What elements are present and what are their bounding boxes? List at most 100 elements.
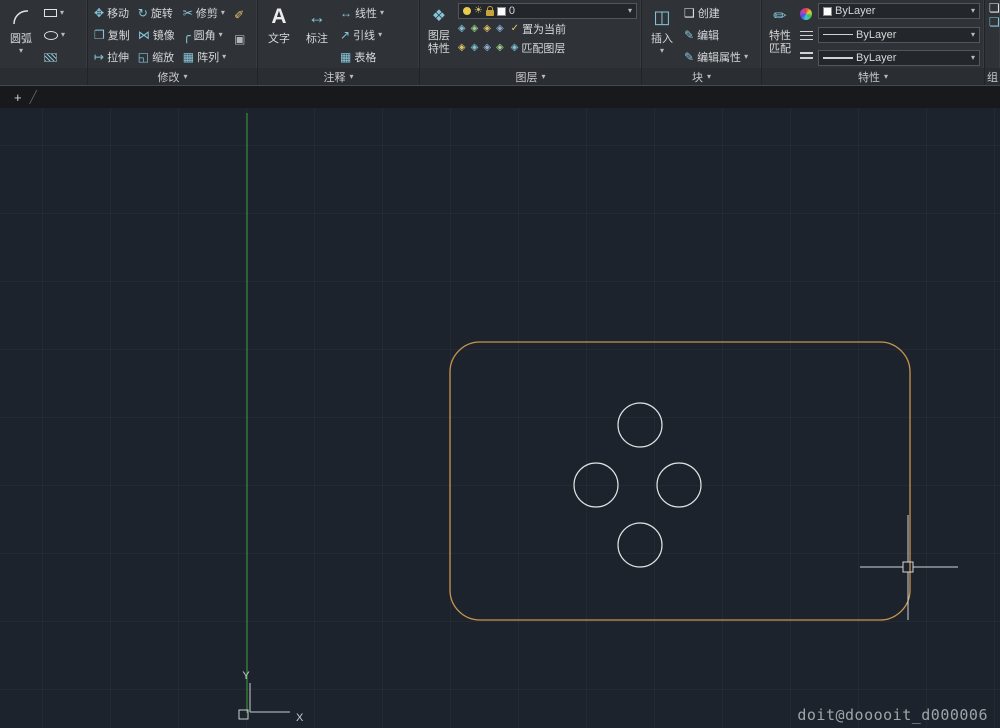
modify-panel-footer[interactable]: 修改 ▾ [88,68,257,85]
drawing-entities: Y X [238,113,958,724]
lineweight-value: ByLayer [856,52,897,64]
circle-entity-top[interactable] [617,402,663,448]
model-space-canvas[interactable]: Y X doit@dooooit_d000006 [0,108,1000,728]
erase-button[interactable]: ✐ [232,5,248,25]
layer-color-swatch [496,6,506,16]
text-button[interactable]: A 文字 [262,2,296,68]
panel-draw: 圆弧 ▾ ▾ ▾ [0,0,88,85]
table-button[interactable]: ▦ 表格 [338,47,386,67]
scale-button[interactable]: ◱ 缩放 [136,47,177,67]
layer-tool-icon[interactable]: ◈ [483,24,491,34]
mirror-button[interactable]: ⋈ 镜像 [136,25,177,45]
array-icon: ▦ [182,50,195,64]
edit-block-button[interactable]: ✎ 编辑 [682,25,750,45]
create-block-icon: ❑ [684,6,695,20]
circle-entity-bottom[interactable] [617,522,663,568]
panel-layers: ❖ 图层特性 ☀ 0 ▾ ◈ ◈ ◈ ◈ ✓ 置为当前 ◈ ◈ ◈ ◈ ◈ 匹配… [420,0,642,85]
edit-attributes-button[interactable]: ✎ 编辑属性 ▾ [682,47,750,67]
new-tab-button[interactable]: + [14,91,22,104]
arc-label: 圆弧 [10,33,32,45]
linetype-sample [823,34,853,35]
block-panel-footer[interactable]: 块 ▾ [642,68,761,85]
ucs-icon[interactable]: Y X [238,670,304,724]
linetype-value: ByLayer [856,28,897,41]
ellipse-button[interactable]: ▾ [42,25,67,45]
match-properties-button[interactable]: ✏ 特性匹配 [766,2,794,68]
circle-entity-right[interactable] [656,462,702,508]
modify-panel-label: 修改 [157,71,180,84]
chevron-down-icon: ▾ [627,6,632,15]
fillet-button[interactable]: ╭ 圆角 ▾ [181,25,228,45]
trim-icon: ✂ [182,6,193,20]
copy-button[interactable]: ❐ 复制 [92,25,132,45]
explode-button[interactable]: ▣ [232,29,248,49]
layer-tool-icon[interactable]: ◈ [471,43,479,53]
lock-icon [485,5,494,16]
layer-tool-icon[interactable]: ◈ [458,24,466,34]
copy-icon: ❐ [94,28,105,42]
insert-block-button[interactable]: ◫ 插入 ▾ [646,2,678,68]
circle-entity-left[interactable] [573,462,619,508]
trim-button[interactable]: ✂ 修剪 ▾ [181,3,228,23]
explode-icon: ▣ [234,32,246,46]
linear-dimension-button[interactable]: ↔ 线性 ▾ [338,3,386,23]
edit-block-icon: ✎ [684,28,695,42]
edit-attributes-icon: ✎ [684,50,695,64]
dimension-label: 标注 [306,33,328,45]
leader-icon: ↗ [340,28,351,42]
object-color-dropdown[interactable]: ByLayer ▾ [818,3,980,19]
layer-properties-button[interactable]: ❖ 图层特性 [424,2,454,68]
layers-panel-footer[interactable]: 图层 ▾ [420,68,641,85]
layer-tool-icon[interactable]: ◈ [496,43,504,53]
rotate-button[interactable]: ↻ 旋转 [136,3,177,23]
lineweight-dropdown[interactable]: ByLayer ▾ [818,50,980,66]
fillet-label: 圆角 [193,30,216,42]
group-panel-footer[interactable]: 组 [985,68,1000,85]
bulb-icon [462,7,471,15]
edit-block-label: 编辑 [697,30,720,42]
set-current-button[interactable]: ✓ 置为当前 [509,19,568,39]
layer-tool-icon[interactable]: ◈ [483,43,491,53]
lineweight-sample [823,57,853,59]
rectangle-button[interactable]: ▾ [42,3,67,23]
stretch-button[interactable]: ↦ 拉伸 [92,47,132,67]
match-properties-label: 特性匹配 [769,30,791,55]
match-layer-button[interactable]: ◈ 匹配图层 [509,38,568,58]
layer-dropdown[interactable]: ☀ 0 ▾ [457,3,637,19]
chevron-down-icon: ▾ [541,71,546,81]
block-panel-label: 块 [691,71,703,84]
create-block-button[interactable]: ❑ 创建 [682,3,750,23]
linetype-dropdown[interactable]: ByLayer ▾ [818,26,980,43]
arc-icon [12,5,30,29]
layers-icon: ❖ [431,8,447,25]
layer-tool-icon[interactable]: ◈ [458,43,466,53]
ucs-x-label: X [296,712,304,724]
array-label: 阵列 [197,52,220,64]
dimension-button[interactable]: ↔ 标注 [300,2,334,68]
move-icon: ✥ [94,6,105,20]
leader-button[interactable]: ↗ 引线 ▾ [338,25,386,45]
array-button[interactable]: ▦ 阵列 ▾ [181,47,228,67]
arc-button[interactable]: 圆弧 ▾ [4,2,38,68]
current-layer-name: 0 [508,5,515,17]
properties-panel-footer[interactable]: 特性 ▾ [762,68,984,85]
group-panel-label: 组 [987,71,998,84]
erase-icon: ✐ [234,8,245,22]
hatch-button[interactable] [42,47,67,67]
annotate-panel-footer[interactable]: 注释 ▾ [258,68,419,85]
layer-tool-icon[interactable]: ◈ [496,24,504,34]
layer-tool-icon[interactable]: ◈ [471,24,479,34]
scale-icon: ◱ [137,50,150,64]
chevron-down-icon: ▾ [218,30,223,39]
move-button[interactable]: ✥ 移动 [92,3,132,23]
rounded-rectangle-entity[interactable] [449,341,911,621]
group-icon[interactable]: ❏ [989,2,1000,14]
ungroup-icon[interactable]: ❏ [989,16,1000,28]
chevron-down-icon: ▾ [349,71,354,81]
object-color-value: ByLayer [835,5,876,17]
mirror-icon: ⋈ [137,28,150,42]
hatch-icon [44,52,57,62]
ribbon: 圆弧 ▾ ▾ ▾ ✥ 移动 ❐ 复制 ↦ 拉伸 ↻ 旋转 ⋈ 镜像 ◱ 缩放 ✂… [0,0,1000,86]
text-icon: A [271,5,287,28]
chevron-down-icon: ▾ [744,52,749,61]
